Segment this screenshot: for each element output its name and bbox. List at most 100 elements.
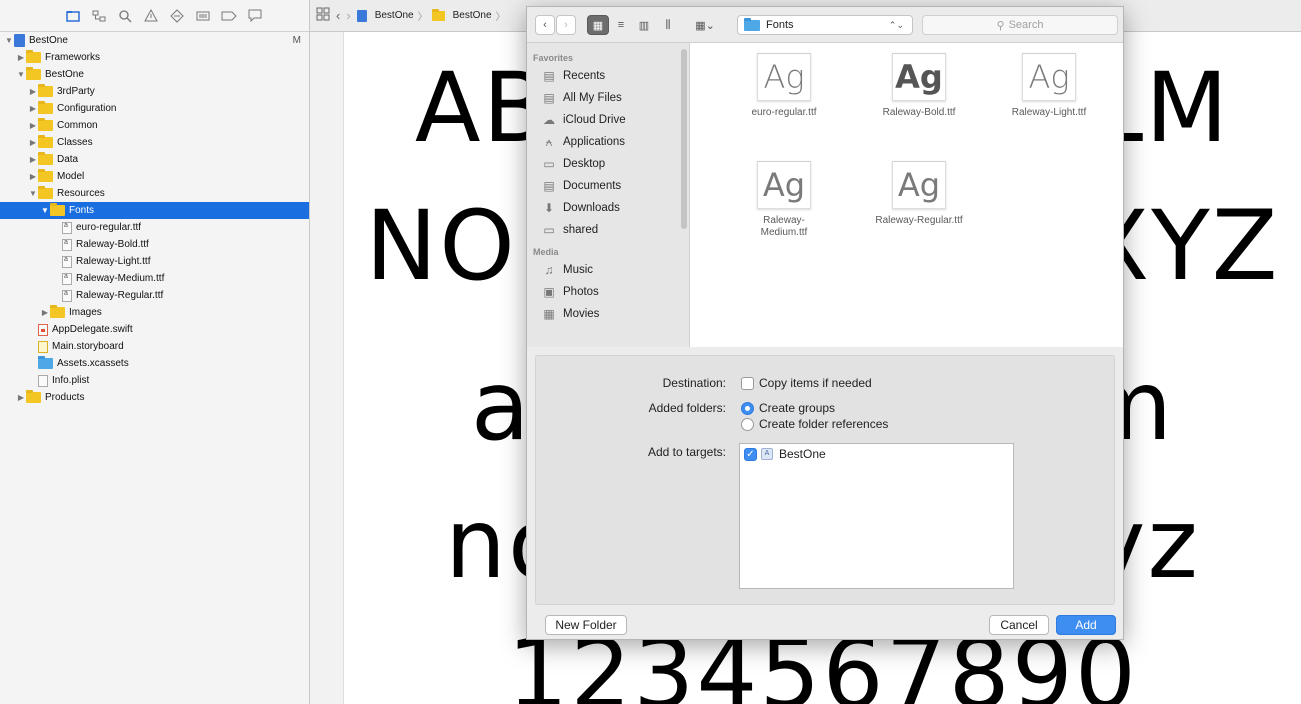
tree-row[interactable]: Raleway-Bold.ttf — [0, 236, 309, 253]
sidebar-item[interactable]: ⍲ Applications — [527, 131, 689, 153]
sidebar-item[interactable]: ⬇ Downloads — [527, 197, 689, 219]
sidebar-item[interactable]: ▤ Recents — [527, 65, 689, 87]
create-folder-references-radio[interactable] — [741, 418, 754, 431]
create-folder-references-label[interactable]: Create folder references — [759, 417, 888, 431]
test-icon[interactable] — [166, 6, 188, 26]
arrange-button[interactable]: ▦⌄ — [689, 15, 721, 35]
create-groups-radio[interactable] — [741, 402, 754, 415]
disclosure-closed-icon[interactable]: ▶ — [28, 172, 38, 181]
tree-row[interactable]: ▼ BestOne M — [0, 32, 309, 49]
breadcrumb: BestOne 〉 BestOne 〉 — [356, 8, 506, 23]
font-file-item[interactable]: Ag Raleway-Medium.ttf — [725, 161, 843, 239]
breadcrumb-group[interactable]: BestOne — [453, 10, 492, 21]
debug-icon[interactable] — [192, 6, 214, 26]
music-icon: ♫ — [544, 263, 554, 277]
target-row[interactable]: ✓ A BestOne — [740, 444, 1013, 464]
disclosure-open-icon[interactable]: ▼ — [28, 189, 38, 198]
breadcrumb-project[interactable]: BestOne — [375, 10, 414, 21]
forward-arrow-icon[interactable]: › — [346, 8, 350, 23]
sidebar-item-label: shared — [563, 224, 599, 236]
folder-icon — [38, 152, 53, 165]
disclosure-closed-icon[interactable]: ▶ — [28, 155, 38, 164]
file-name: Raleway-Medium.ttf — [760, 215, 808, 238]
tree-row[interactable]: Raleway-Light.ttf — [0, 253, 309, 270]
font-file-item[interactable]: Ag Raleway-Light.ttf — [990, 53, 1108, 119]
tree-row[interactable]: Main.storyboard — [0, 338, 309, 355]
tree-row[interactable]: ▼ BestOne — [0, 66, 309, 83]
breakpoint-icon[interactable] — [218, 6, 240, 26]
tree-item-label: Info.plist — [52, 375, 90, 386]
sidebar-item[interactable]: ▣ Photos — [527, 281, 689, 303]
target-label: BestOne — [779, 447, 826, 461]
tree-item-label: euro-regular.ttf — [76, 222, 142, 233]
search-icon[interactable] — [114, 6, 136, 26]
disclosure-closed-icon[interactable]: ▶ — [16, 393, 26, 402]
sidebar-item-label: Desktop — [563, 158, 606, 170]
tree-row[interactable]: Info.plist — [0, 372, 309, 389]
tree-row[interactable]: Raleway-Regular.ttf — [0, 287, 309, 304]
font-file-item[interactable]: Ag euro-regular.ttf — [725, 53, 843, 119]
back-button[interactable]: ‹ — [535, 15, 555, 35]
location-popup[interactable]: Fonts ⌃⌄ — [737, 15, 913, 35]
icon-view-button[interactable]: ▦ — [587, 15, 609, 35]
tree-row[interactable]: ▼ Fonts — [0, 202, 309, 219]
sidebar-item[interactable]: ☁ iCloud Drive — [527, 109, 689, 131]
file-browser: Ag euro-regular.ttf Ag Raleway-Bold.ttf Ag Ra… — [690, 43, 1123, 347]
copy-items-checkbox[interactable] — [741, 377, 754, 390]
font-file-item[interactable]: Ag Raleway-Bold.ttf — [860, 53, 978, 119]
sidebar-item[interactable]: ▦ Movies — [527, 303, 689, 325]
sidebar-item[interactable]: ▤ Documents — [527, 175, 689, 197]
tree-item-label: Raleway-Light.ttf — [76, 256, 151, 267]
disclosure-open-icon[interactable]: ▼ — [40, 206, 50, 215]
forward-button[interactable]: › — [556, 15, 576, 35]
back-arrow-icon[interactable]: ‹ — [336, 8, 340, 23]
hierarchy-icon[interactable] — [88, 6, 110, 26]
font-file-item[interactable]: Ag Raleway-Regular.ttf — [860, 161, 978, 227]
disclosure-closed-icon[interactable]: ▶ — [28, 87, 38, 96]
sidebar-item[interactable]: ▭ Desktop — [527, 153, 689, 175]
new-folder-button[interactable]: New Folder — [545, 615, 627, 635]
sidebar-item[interactable]: ▤ All My Files — [527, 87, 689, 109]
disclosure-closed-icon[interactable]: ▶ — [16, 53, 26, 62]
column-view-button[interactable]: ▥ — [633, 15, 655, 35]
coverflow-view-button[interactable]: ⫼ — [656, 15, 680, 35]
report-icon[interactable] — [244, 6, 266, 26]
grid-icon[interactable] — [316, 7, 330, 24]
sidebar-item[interactable]: ▭ shared — [527, 219, 689, 241]
tree-row[interactable]: ▶ Configuration — [0, 100, 309, 117]
folder-icon[interactable] — [62, 6, 84, 26]
tree-row[interactable]: Raleway-Medium.ttf — [0, 270, 309, 287]
search-field[interactable]: ⚲ Search — [922, 15, 1118, 35]
disclosure-closed-icon[interactable]: ▶ — [28, 104, 38, 113]
tree-row[interactable]: ▶ Classes — [0, 134, 309, 151]
folder-icon — [26, 390, 41, 403]
disclosure-closed-icon[interactable]: ▶ — [28, 138, 38, 147]
warning-icon[interactable] — [140, 6, 162, 26]
tree-row[interactable]: ▶ 3rdParty — [0, 83, 309, 100]
tree-row[interactable]: AppDelegate.swift — [0, 321, 309, 338]
tree-row[interactable]: ▶ Data — [0, 151, 309, 168]
target-checkbox[interactable]: ✓ — [744, 447, 757, 461]
tree-row[interactable]: ▶ Model — [0, 168, 309, 185]
add-button[interactable]: Add — [1056, 615, 1116, 635]
tree-row[interactable]: ▼ Resources — [0, 185, 309, 202]
disclosure-closed-icon[interactable]: ▶ — [40, 308, 50, 317]
file-name: euro-regular.ttf — [751, 107, 817, 118]
list-view-button[interactable]: ≡ — [610, 15, 632, 35]
disclosure-closed-icon[interactable]: ▶ — [28, 121, 38, 130]
tree-row[interactable]: ▶ Products — [0, 389, 309, 406]
sidebar-item[interactable]: ♫ Music — [527, 259, 689, 281]
disclosure-open-icon[interactable]: ▼ — [4, 36, 14, 45]
sidebar-scrollbar[interactable] — [681, 49, 687, 229]
tree-row[interactable]: ▶ Images — [0, 304, 309, 321]
project-navigator: ▼ BestOne M ▶ Frameworks ▼ BestOne ▶ 3rdParty ▶ Co… — [0, 0, 310, 704]
copy-items-label[interactable]: Copy items if needed — [759, 376, 872, 390]
create-groups-label[interactable]: Create groups — [759, 401, 835, 415]
tree-row[interactable]: ▶ Frameworks — [0, 49, 309, 66]
cancel-button[interactable]: Cancel — [989, 615, 1049, 635]
disclosure-open-icon[interactable]: ▼ — [16, 70, 26, 79]
folder-icon — [38, 84, 53, 97]
tree-row[interactable]: ▶ Common — [0, 117, 309, 134]
tree-row[interactable]: Assets.xcassets — [0, 355, 309, 372]
tree-row[interactable]: euro-regular.ttf — [0, 219, 309, 236]
